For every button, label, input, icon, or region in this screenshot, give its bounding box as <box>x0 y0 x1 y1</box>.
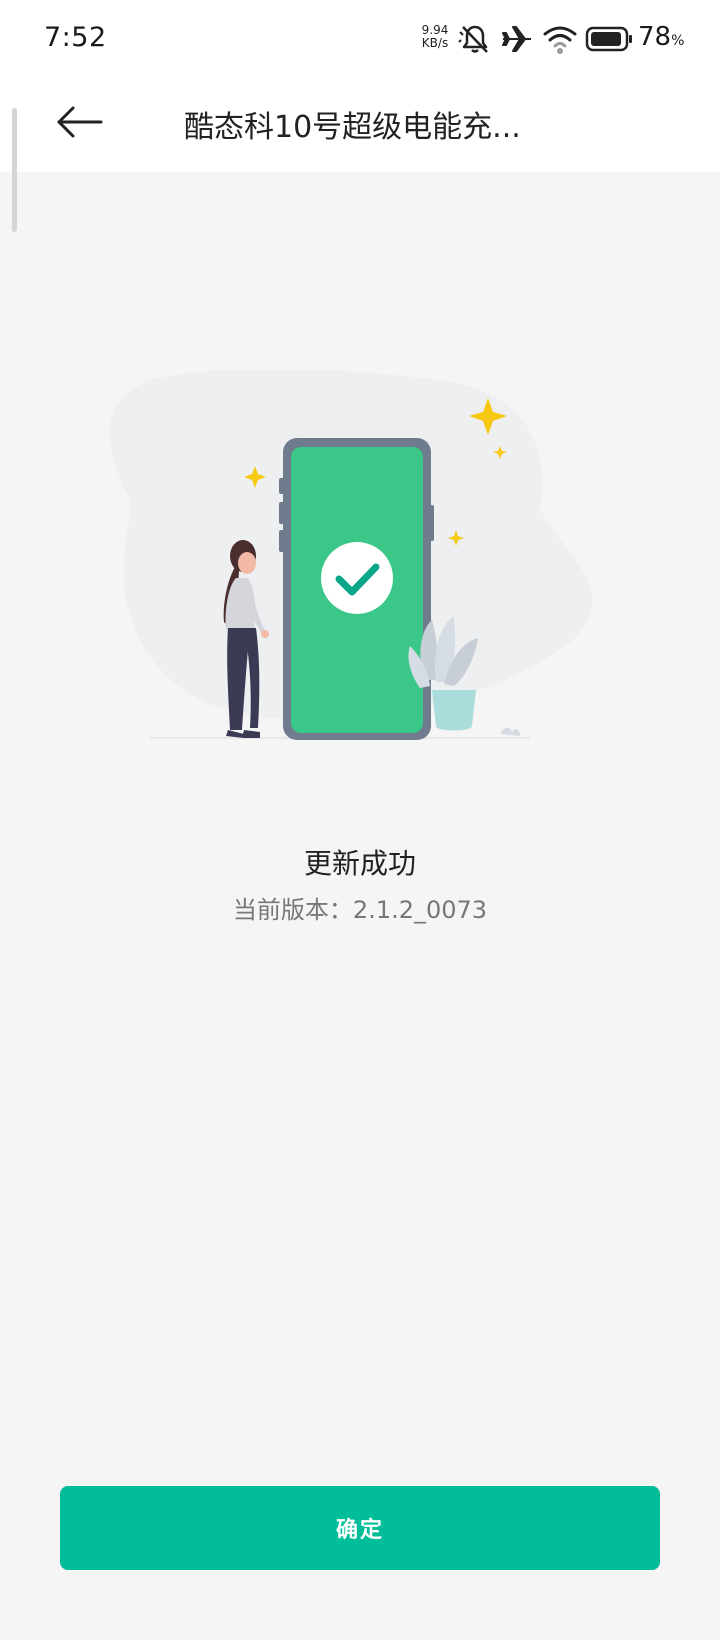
network-speed-unit: KB/s <box>421 36 449 50</box>
update-success-screen: 7:52 9.94 KB/s 78% 酷态科10号超级电能充... 更新成功 当… <box>0 0 720 1640</box>
status-time: 7:52 <box>44 22 107 53</box>
update-success-illustration <box>109 368 610 770</box>
result-title: 更新成功 <box>303 847 416 880</box>
scroll-indicator <box>12 108 17 232</box>
battery-percent-unit: % <box>671 33 685 49</box>
back-button[interactable] <box>44 96 114 152</box>
check-circle-icon <box>321 542 393 614</box>
battery-percent: 78% <box>638 22 684 52</box>
app-bar: 酷态科10号超级电能充... <box>0 78 720 172</box>
current-version: 当前版本：2.1.2_0073 <box>232 896 488 924</box>
battery-percent-value: 78 <box>638 22 672 52</box>
wifi-icon <box>542 22 578 60</box>
back-arrow-icon <box>55 104 103 144</box>
mute-icon <box>458 22 492 60</box>
page-title: 酷态科10号超级电能充... <box>184 110 521 145</box>
status-bar: 7:52 9.94 KB/s 78% <box>0 0 720 78</box>
airplane-icon <box>500 22 534 60</box>
battery-icon <box>585 25 633 57</box>
network-speed: 9.94 KB/s <box>418 24 452 50</box>
confirm-button[interactable]: 确定 <box>60 1486 660 1570</box>
